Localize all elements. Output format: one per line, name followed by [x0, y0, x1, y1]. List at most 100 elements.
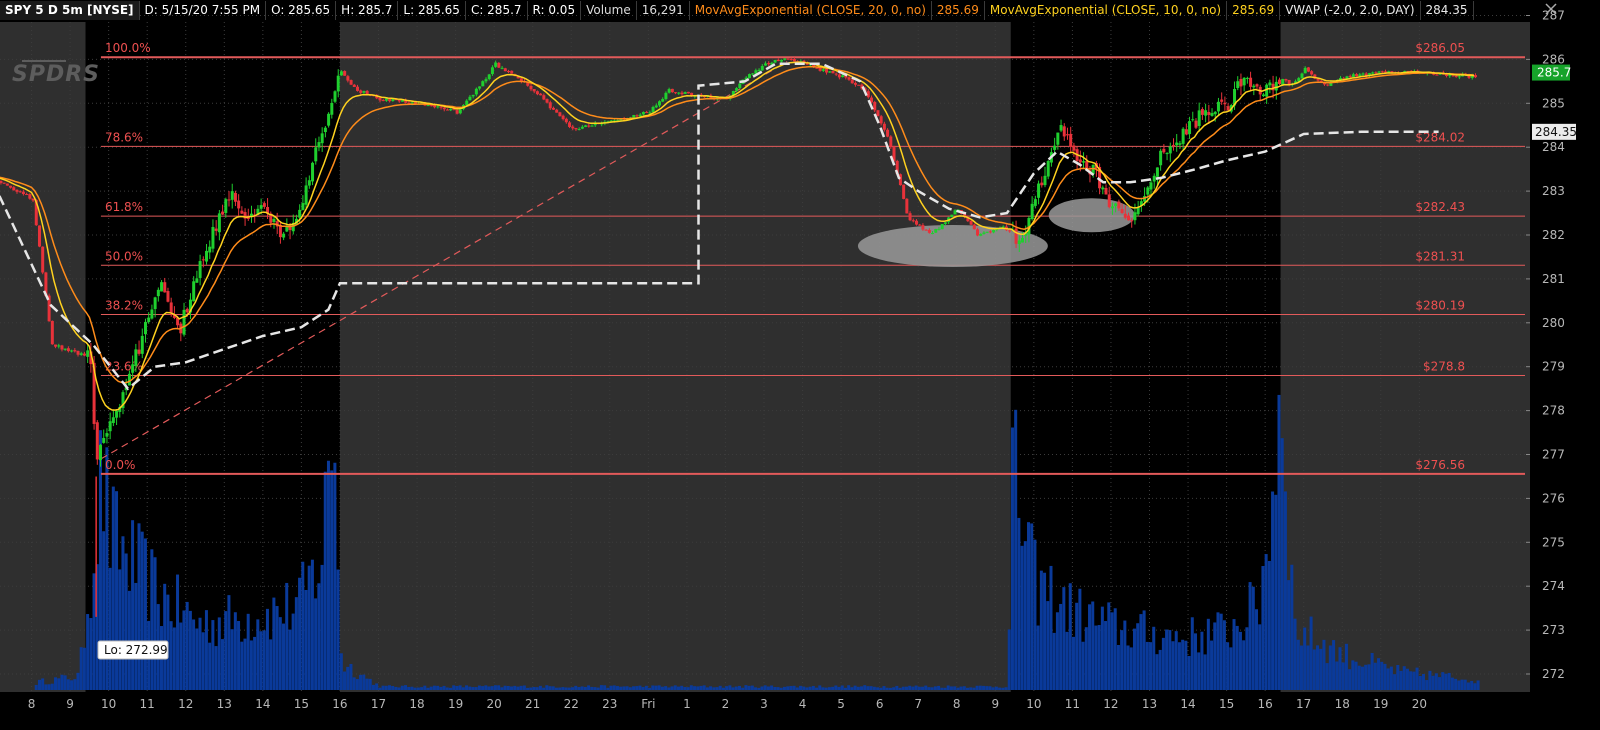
time-tick-label: 17 — [1296, 697, 1311, 711]
volume-bar — [680, 685, 684, 690]
volume-bar — [121, 536, 125, 690]
candle-body — [683, 92, 687, 94]
volume-bar — [378, 687, 382, 690]
volume-bar — [583, 686, 587, 690]
fib-level-label: 38.2% — [105, 298, 143, 312]
volume-bar — [381, 685, 385, 690]
candle-body — [1001, 226, 1005, 228]
volume-bar — [786, 686, 790, 690]
candle-body — [539, 93, 543, 96]
candle-body — [397, 99, 401, 102]
ema10-label[interactable]: MovAvgExponential (CLOSE, 10, 0, no) — [985, 1, 1228, 20]
volume-bar — [1444, 673, 1448, 690]
candle-body — [1380, 71, 1384, 73]
volume-bar — [1364, 664, 1368, 690]
price-tick-label: 282 — [1542, 228, 1565, 242]
time-tick-label: 13 — [1142, 697, 1157, 711]
volume-bar — [526, 687, 530, 690]
candle-body — [410, 102, 414, 104]
candle-body — [1197, 110, 1201, 127]
volume-bar — [1367, 664, 1371, 690]
volume-bar — [426, 687, 430, 690]
volume-bar — [497, 685, 501, 690]
candle-body — [436, 106, 440, 108]
volume-bar — [465, 685, 469, 690]
volume-bar — [548, 686, 552, 690]
candle-body — [535, 91, 539, 95]
volume-bar — [349, 663, 353, 690]
volume-bar — [1351, 660, 1355, 690]
candle-body — [105, 433, 109, 437]
volume-bar — [179, 622, 183, 690]
price-tick-label: 286 — [1542, 52, 1565, 66]
volume-bar — [1457, 680, 1461, 690]
candle-body — [571, 126, 575, 129]
volume-bar — [914, 685, 918, 690]
candle-body — [37, 225, 41, 247]
candle-body — [339, 71, 343, 76]
volume-bar — [892, 687, 896, 690]
volume-bar — [635, 686, 639, 690]
candle-body — [674, 92, 678, 94]
volume-bar — [1219, 613, 1223, 690]
candle-body — [31, 198, 35, 201]
candle-body — [834, 73, 838, 75]
volume-bar — [975, 685, 979, 690]
volume-bar — [811, 685, 815, 690]
candle-body — [79, 353, 83, 355]
volume-bar — [1332, 640, 1336, 690]
candle-body — [1268, 82, 1272, 86]
volume-bar — [982, 685, 986, 690]
time-tick-label: 2 — [722, 697, 730, 711]
volume-bar — [850, 687, 854, 690]
symbol-selector[interactable]: SPY 5 D 5m [NYSE] — [0, 1, 140, 20]
volume-bar — [940, 687, 944, 690]
candle-body — [953, 210, 957, 215]
candle-body — [1127, 215, 1131, 221]
volume-bar — [1193, 633, 1197, 690]
volume-bar — [1203, 654, 1207, 690]
volume-bar — [127, 590, 131, 690]
candle-body — [233, 192, 237, 202]
volume-bar — [731, 687, 735, 690]
volume-bar — [115, 491, 119, 690]
candle-body — [76, 350, 80, 355]
volume-bar — [670, 686, 674, 690]
volume-bar — [805, 687, 809, 690]
candle-body — [927, 229, 931, 233]
ema20-label[interactable]: MovAvgExponential (CLOSE, 20, 0, no) — [690, 1, 932, 20]
volume-bar — [1316, 645, 1320, 690]
volume-bar — [1434, 673, 1438, 690]
volume-bar — [63, 675, 67, 690]
volume-bar — [837, 686, 841, 690]
volume-bar — [676, 686, 680, 690]
volume-bar — [921, 686, 925, 690]
candle-body — [433, 105, 437, 108]
candle-body — [1457, 76, 1461, 78]
candle-body — [70, 350, 74, 352]
volume-bar — [291, 613, 295, 690]
volume-bar — [651, 685, 655, 690]
volume-bar — [1373, 662, 1377, 690]
vwap-label[interactable]: VWAP (-2.0, 2.0, DAY) — [1280, 1, 1421, 20]
time-tick-label: 19 — [448, 697, 463, 711]
spdrs-logo: SPDRS — [12, 48, 100, 87]
time-tick-label: Fri — [641, 697, 655, 711]
time-tick-label: 12 — [1103, 697, 1118, 711]
volume-bar — [799, 685, 803, 690]
volume-bar — [188, 610, 192, 690]
candle-body — [542, 95, 546, 100]
volume-bar — [1264, 554, 1268, 690]
volume-bar — [1226, 642, 1230, 690]
volume-bar — [725, 686, 729, 690]
volume-bar — [869, 686, 873, 690]
time-tick-label: 20 — [1412, 697, 1427, 711]
volume-bar — [246, 613, 250, 690]
price-chart[interactable]: 100.0% $286.0578.6% $284.0261.8% $282.4350.… — [0, 0, 1600, 730]
volume-bar — [1049, 565, 1053, 690]
volume-bar — [991, 687, 995, 690]
candle-body — [680, 92, 684, 95]
volume-bar — [1296, 639, 1300, 690]
volume-bar — [217, 617, 221, 690]
candle-body — [1078, 159, 1082, 163]
